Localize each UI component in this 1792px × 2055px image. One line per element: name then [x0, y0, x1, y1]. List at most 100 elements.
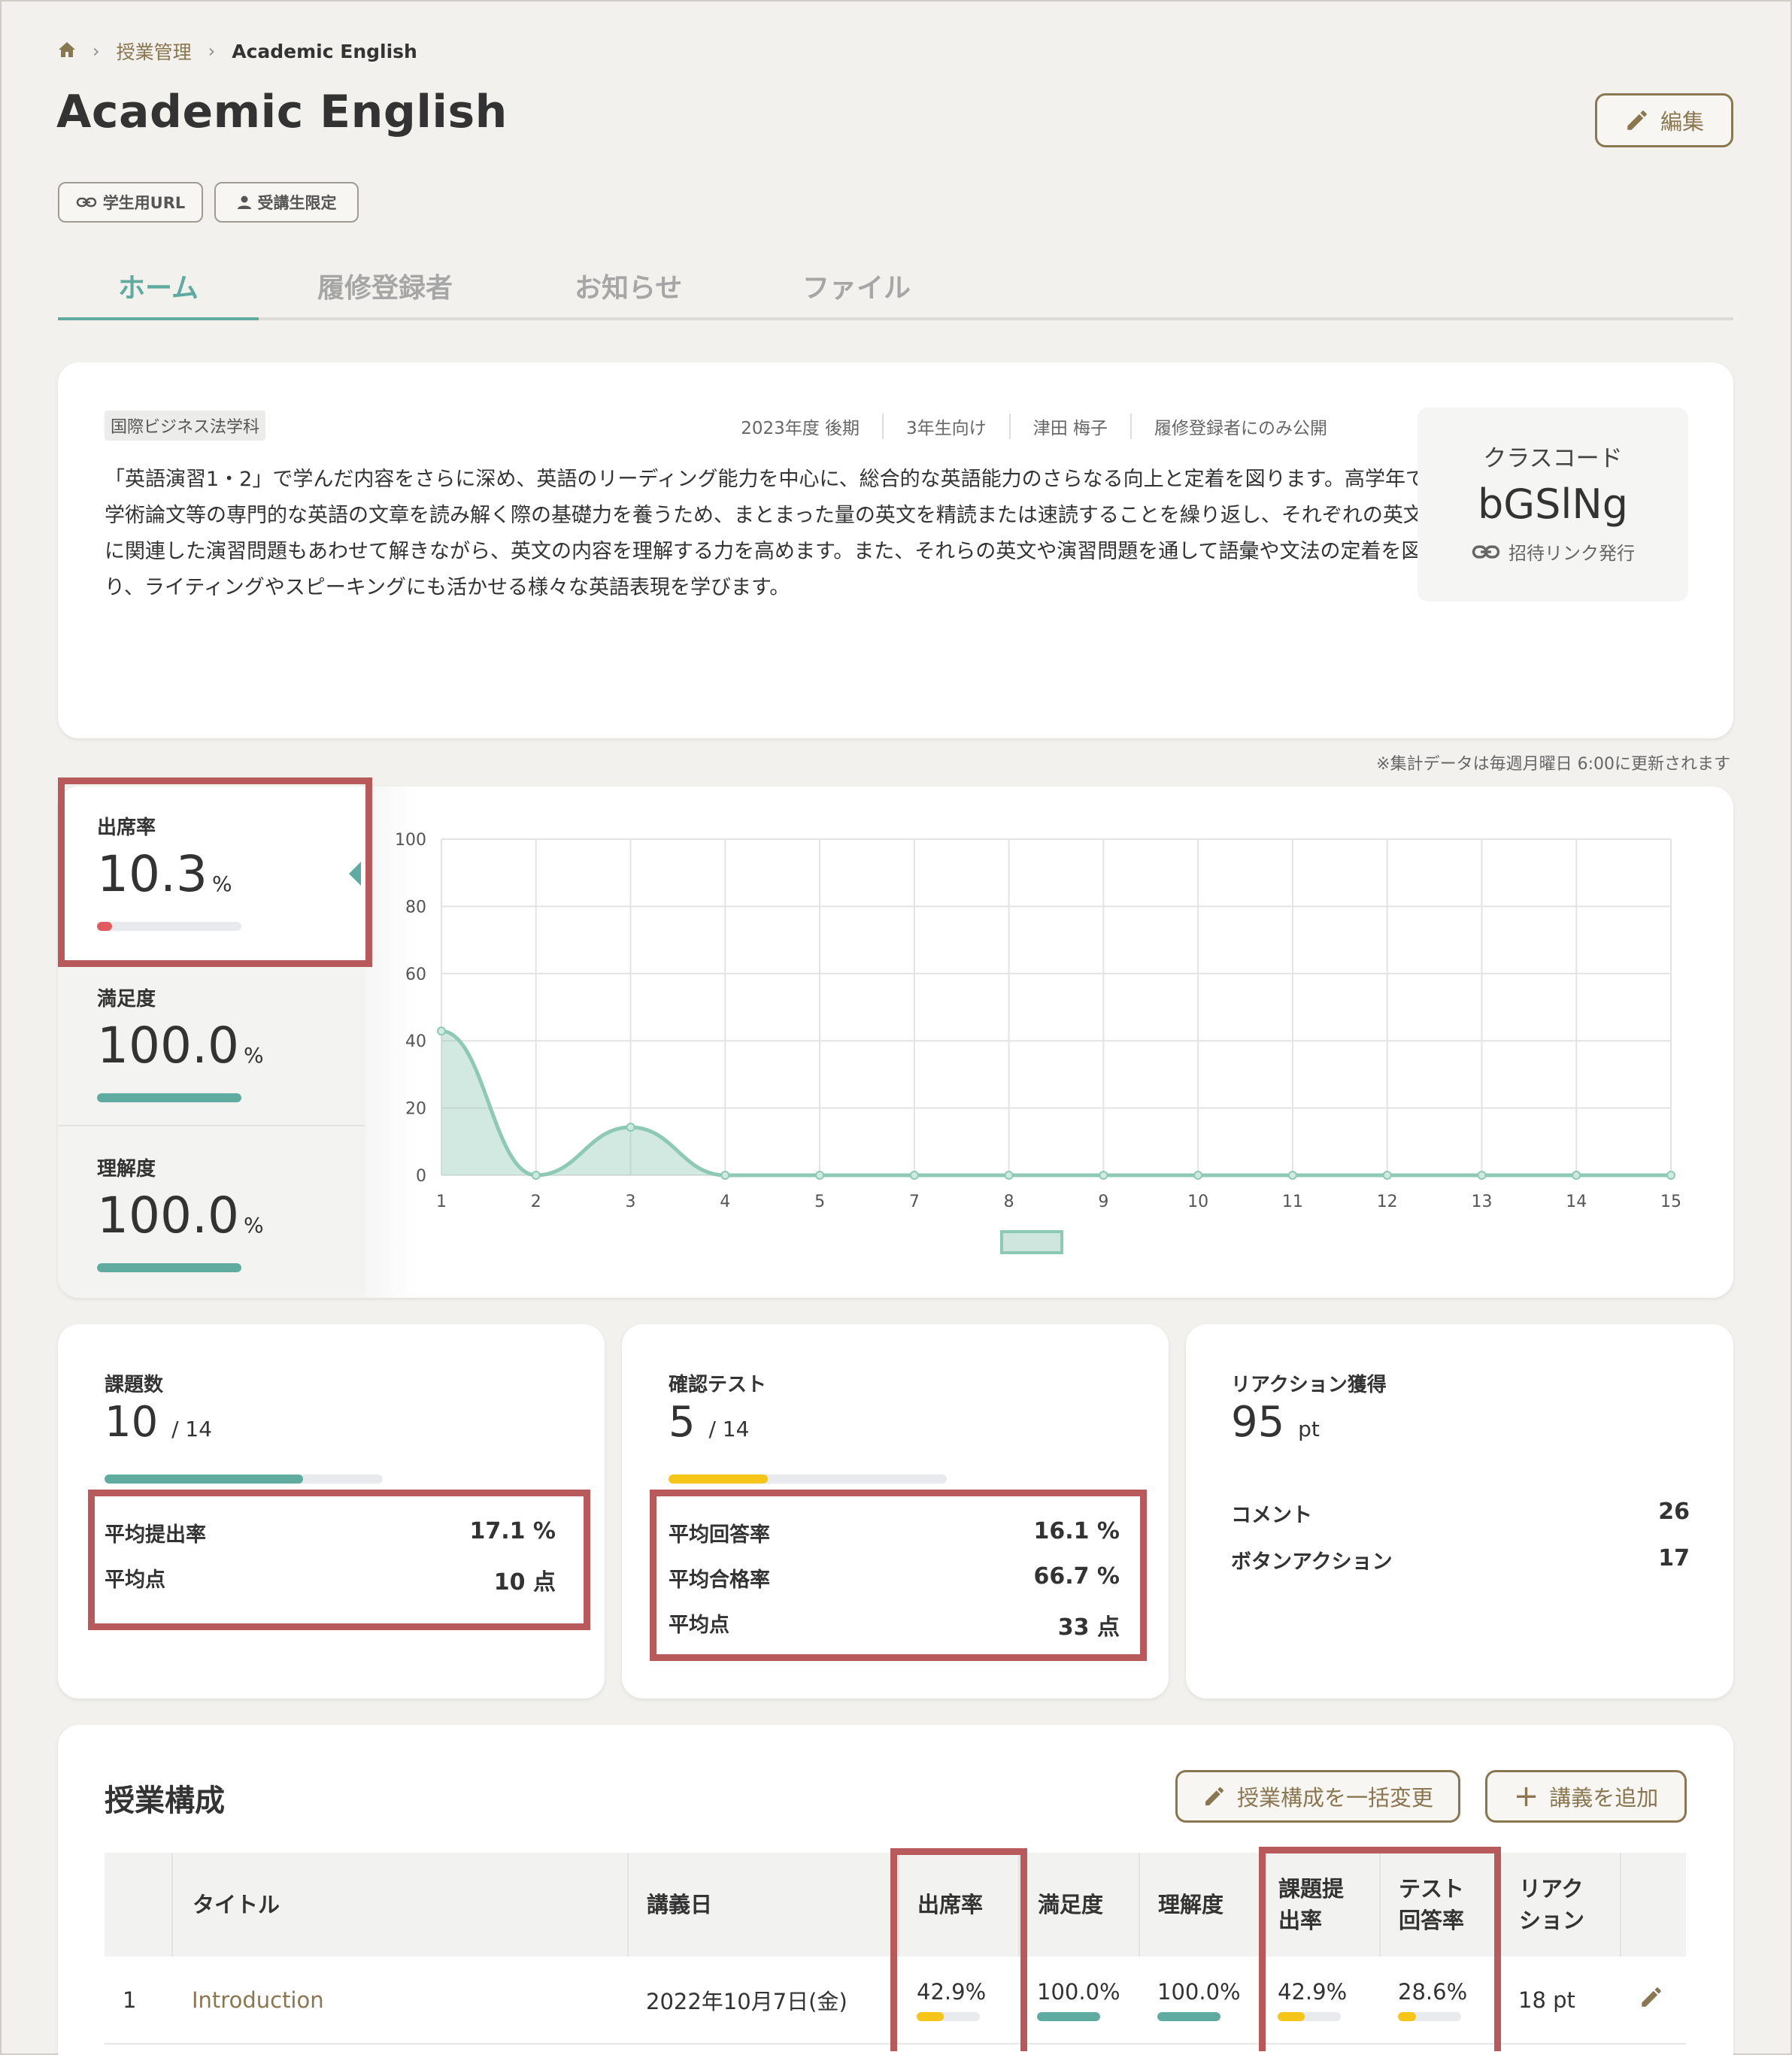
edit-button-label: 編集	[1660, 109, 1704, 135]
breadcrumb-parent[interactable]: 授業管理	[117, 38, 192, 65]
reactions-label: リアクション獲得	[1231, 1374, 1387, 1396]
col-date: 講義日	[628, 1853, 899, 1956]
tab-enrollees[interactable]: 履修登録者	[317, 266, 453, 305]
col-understanding: 理解度	[1139, 1853, 1260, 1956]
instructor: 津田 梅子	[1008, 414, 1130, 439]
breadcrumb: › 授業管理 › Academic English	[58, 38, 417, 65]
row-satisfaction-fill	[1037, 2011, 1100, 2021]
highlight-submission-columns	[1259, 1847, 1501, 2051]
row-satisfaction-value: 100.0%	[1037, 1978, 1120, 2005]
x-tick-label: 11	[1282, 1193, 1303, 1211]
tab-announcements[interactable]: お知らせ	[575, 266, 682, 305]
reactions-value: 95	[1231, 1398, 1285, 1447]
data-point	[626, 1123, 635, 1132]
students-only-label: 受講生限定	[257, 194, 337, 212]
students-only-chip[interactable]: 受講生限定	[214, 182, 359, 223]
person-icon	[237, 195, 251, 209]
row-edit-button[interactable]	[1621, 1956, 1686, 2044]
class-code: bGSlNg	[1477, 480, 1629, 528]
data-point	[1193, 1171, 1203, 1180]
grade-target: 3年生向け	[882, 414, 1009, 439]
invite-link-label: 招待リンク発行	[1508, 543, 1635, 564]
y-tick-label: 100	[395, 831, 426, 850]
row-reaction: 18 pt	[1500, 1956, 1621, 2044]
reactions-count: 95 pt	[1231, 1398, 1320, 1447]
col-actions	[1621, 1853, 1686, 1956]
comments-value: 26	[1658, 1499, 1690, 1525]
bulk-edit-label: 授業構成を一括変更	[1236, 1785, 1433, 1811]
data-point	[1004, 1171, 1014, 1180]
tests-label: 確認テスト	[669, 1374, 767, 1396]
reactions-unit: pt	[1298, 1417, 1320, 1441]
bulk-edit-button[interactable]: 授業構成を一括変更	[1175, 1770, 1460, 1823]
x-tick-label: 13	[1471, 1193, 1492, 1211]
add-lecture-button[interactable]: + 講義を追加	[1485, 1770, 1687, 1823]
col-number	[105, 1853, 173, 1956]
data-point	[1666, 1171, 1675, 1180]
row-understanding: 100.0%	[1139, 1956, 1260, 2044]
chevron-right-icon: ›	[208, 41, 216, 62]
home-icon[interactable]	[58, 41, 76, 62]
y-tick-label: 80	[405, 898, 426, 917]
tests-bar-fill	[669, 1475, 769, 1484]
highlight-attendance	[58, 777, 372, 967]
data-point	[1572, 1171, 1581, 1180]
data-point	[531, 1171, 541, 1180]
row-title-link[interactable]: Introduction	[172, 1956, 628, 2044]
tab-files[interactable]: ファイル	[802, 266, 911, 305]
student-url-chip[interactable]: 学生用URL	[58, 182, 203, 223]
x-tick-label: 7	[909, 1193, 920, 1211]
row-date: 2022年10月7日(金)	[628, 1956, 899, 2044]
row-understanding-bar	[1157, 2011, 1220, 2021]
highlight-assignments	[88, 1490, 590, 1630]
course-description: 「英語演習1・2」で学んだ内容をさらに深め、英語のリーディング能力を中心に、総合…	[105, 468, 1426, 599]
button-actions-label: ボタンアクション	[1231, 1550, 1393, 1574]
series-area	[441, 1031, 1671, 1175]
lesson-structure-title: 授業構成	[105, 1784, 225, 1818]
department-tag: 国際ビジネス法学科	[105, 411, 266, 441]
x-tick-label: 3	[626, 1193, 636, 1211]
row-number: 1	[105, 1956, 172, 2044]
assignments-count: 10 / 14	[105, 1398, 212, 1447]
pencil-icon	[1627, 111, 1647, 130]
data-point	[1099, 1171, 1108, 1180]
assignments-total: / 14	[171, 1417, 213, 1441]
x-tick-label: 14	[1566, 1193, 1587, 1211]
reactions-card: リアクション獲得 95 pt コメント 26 ボタンアクション 17	[1186, 1324, 1733, 1699]
x-tick-label: 10	[1187, 1193, 1208, 1211]
term: 2023年度 後期	[741, 419, 860, 438]
breadcrumb-current: Academic English	[232, 40, 417, 62]
tests-count: 5 / 14	[669, 1398, 749, 1447]
assignments-bar-fill	[105, 1475, 304, 1484]
invite-link-button[interactable]: 招待リンク発行	[1418, 538, 1688, 565]
add-lecture-label: 講義を追加	[1549, 1785, 1659, 1811]
course-info-card: 国際ビジネス法学科 2023年度 後期 3年生向け 津田 梅子 履修登録者にのみ…	[58, 362, 1733, 738]
col-reaction: リアク ション	[1500, 1853, 1621, 1956]
chevron-right-icon: ›	[92, 41, 100, 62]
x-tick-label: 2	[531, 1193, 541, 1211]
data-point	[815, 1171, 825, 1180]
x-tick-label: 9	[1098, 1193, 1108, 1211]
y-tick-label: 40	[405, 1032, 426, 1051]
link-icon	[76, 197, 96, 208]
plus-icon: +	[1513, 1779, 1539, 1814]
page-title: Academic English	[56, 86, 508, 138]
link-icon	[1472, 544, 1500, 559]
pencil-icon	[1205, 1787, 1223, 1805]
y-tick-label: 60	[405, 965, 426, 984]
tab-home[interactable]: ホーム	[118, 266, 199, 305]
edit-button[interactable]: 編集	[1595, 93, 1733, 147]
class-code-box: クラスコード bGSlNg 招待リンク発行	[1418, 408, 1688, 602]
x-tick-label: 8	[1004, 1193, 1014, 1211]
assignments-value: 10	[105, 1398, 159, 1447]
x-tick-label: 12	[1377, 1193, 1398, 1211]
data-point	[437, 1026, 446, 1036]
y-tick-label: 0	[416, 1167, 426, 1186]
x-tick-label: 5	[814, 1193, 825, 1211]
x-tick-label: 4	[720, 1193, 730, 1211]
y-tick-label: 20	[405, 1100, 426, 1119]
active-tab-indicator	[58, 317, 259, 320]
col-title: タイトル	[172, 1853, 629, 1956]
class-code-label: クラスコード	[1483, 445, 1623, 472]
data-point	[720, 1171, 730, 1180]
